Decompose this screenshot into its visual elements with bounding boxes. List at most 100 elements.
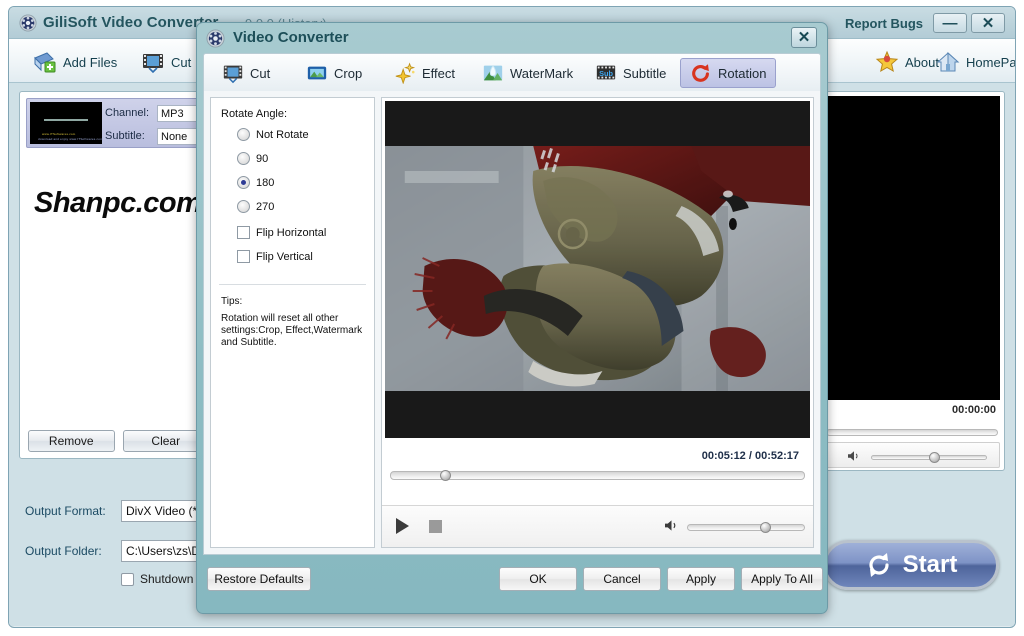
checkbox-flip-vertical[interactable]: Flip Vertical <box>237 250 313 263</box>
toolbar-about[interactable]: About <box>875 48 939 76</box>
stop-icon[interactable] <box>429 520 442 533</box>
play-icon[interactable] <box>396 518 409 534</box>
close-button[interactable]: ✕ <box>971 13 1005 33</box>
tab-crop-label: Crop <box>334 65 363 81</box>
effect-stars-icon <box>395 62 416 84</box>
toolbar-add-files[interactable]: Add Files <box>33 48 117 76</box>
player-seek-track <box>390 471 805 480</box>
radio-180-label: 180 <box>256 176 275 189</box>
toolbar-homepage[interactable]: HomePage <box>936 48 1015 76</box>
thumbnail-bar <box>44 119 88 121</box>
toolbar-cut[interactable]: Cut <box>141 48 191 76</box>
radio-270-label: 270 <box>256 200 275 213</box>
player-volume-track <box>687 524 805 531</box>
refresh-circle-icon <box>869 553 889 577</box>
file-list-item[interactable]: www.ITSoftwares.com download and enjoy w… <box>26 98 211 148</box>
player-seek-thumb[interactable] <box>439 470 451 481</box>
tab-watermark[interactable]: WaterMark <box>472 58 583 88</box>
main-seek-track <box>826 429 998 436</box>
player-volume-thumb[interactable] <box>760 522 772 533</box>
site-watermark: Shanpc.com <box>34 187 202 219</box>
about-star-icon <box>875 50 899 73</box>
flip-horizontal-box[interactable] <box>237 226 250 239</box>
dialog-content: Rotate Angle: Not Rotate 90 180 270 Flip… <box>203 91 821 555</box>
tab-watermark-label: WaterMark <box>510 65 574 81</box>
tab-effect-label: Effect <box>422 65 456 81</box>
tips-title: Tips: <box>221 296 243 307</box>
file-list-buttons: Remove Clear <box>20 430 217 452</box>
screen: GiliSoft Video Converter 9.0.0 (History)… <box>0 0 1024 636</box>
dialog-tabbar: Cut Crop Effect WaterMark Sub Subtitle R… <box>203 53 821 91</box>
radio-180-indicator[interactable] <box>237 176 250 189</box>
app-gear-icon <box>19 14 37 32</box>
tab-effect[interactable]: Effect <box>384 58 465 88</box>
dialog-close-button[interactable]: ✕ <box>791 27 817 48</box>
video-converter-dialog: Video Converter ✕ Cut Crop Effect WaterM… <box>196 22 828 614</box>
main-preview-controls <box>824 442 1000 468</box>
app-gear-icon <box>206 29 225 48</box>
report-bugs-link[interactable]: Report Bugs <box>845 16 923 31</box>
radio-90-indicator[interactable] <box>237 152 250 165</box>
radio-90[interactable]: 90 <box>237 152 268 165</box>
main-volume-slider[interactable] <box>871 452 987 463</box>
toolbar-cut-label: Cut <box>171 54 192 70</box>
rotation-arrow-icon <box>692 64 709 82</box>
start-button[interactable]: Start <box>823 540 999 590</box>
file-list-panel: www.ITSoftwares.com download and enjoy w… <box>19 91 218 459</box>
main-volume-thumb[interactable] <box>929 452 940 463</box>
channel-row: Channel: MP3 <box>105 103 210 123</box>
flip-vertical-box[interactable] <box>237 250 250 263</box>
cut-film-icon <box>223 65 243 84</box>
ok-button[interactable]: OK <box>499 567 577 591</box>
video-frame <box>385 146 810 391</box>
file-metadata: Channel: MP3 Subtitle: None <box>105 99 210 147</box>
video-preview[interactable] <box>385 101 810 438</box>
svg-text:Sub: Sub <box>599 69 613 78</box>
player-time-display: 00:05:12 / 00:52:17 <box>701 450 799 462</box>
rotate-angle-label: Rotate Angle: <box>221 108 288 120</box>
radio-not-rotate[interactable]: Not Rotate <box>237 128 309 141</box>
rotation-options-panel: Rotate Angle: Not Rotate 90 180 270 Flip… <box>210 97 375 548</box>
shutdown-label: Shutdown a <box>140 572 204 586</box>
remove-button[interactable]: Remove <box>28 430 115 452</box>
dialog-title: Video Converter <box>233 29 349 46</box>
minimize-button[interactable]: — <box>933 13 967 33</box>
channel-label: Channel: <box>105 107 150 119</box>
tab-rotation-label: Rotation <box>718 65 767 81</box>
flip-horizontal-label: Flip Horizontal <box>256 226 327 239</box>
apply-to-all-button[interactable]: Apply To All <box>741 567 823 591</box>
shutdown-checkbox-row[interactable]: Shutdown a <box>121 572 203 586</box>
tab-crop[interactable]: Crop <box>296 58 372 88</box>
main-preview-panel: 00:00:00 <box>819 91 1005 471</box>
subtitle-label: Subtitle: <box>105 130 145 142</box>
file-thumbnail: www.ITSoftwares.com download and enjoy w… <box>30 102 103 144</box>
radio-not-rotate-indicator[interactable] <box>237 128 250 141</box>
player-control-bar <box>382 505 813 547</box>
radio-270[interactable]: 270 <box>237 200 274 213</box>
divider <box>219 284 366 285</box>
speaker-icon <box>665 520 676 531</box>
main-window-title: GiliSoft Video Converter <box>43 14 219 31</box>
flip-vertical-label: Flip Vertical <box>256 250 313 263</box>
radio-180[interactable]: 180 <box>237 176 274 189</box>
tab-subtitle-label: Subtitle <box>623 65 667 81</box>
dialog-titlebar: Video Converter ✕ <box>197 23 827 53</box>
home-icon <box>936 51 960 72</box>
shutdown-checkbox[interactable] <box>121 572 134 586</box>
restore-defaults-button[interactable]: Restore Defaults <box>207 567 311 591</box>
main-preview-video[interactable] <box>824 96 1000 400</box>
tab-cut[interactable]: Cut <box>212 58 280 88</box>
player-volume-slider[interactable] <box>687 522 805 534</box>
checkbox-flip-horizontal[interactable]: Flip Horizontal <box>237 226 326 239</box>
apply-button[interactable]: Apply <box>667 567 735 591</box>
player-seekbar[interactable] <box>390 470 805 482</box>
start-button-label: Start <box>902 551 958 578</box>
cancel-button[interactable]: Cancel <box>583 567 661 591</box>
tab-rotation[interactable]: Rotation <box>680 58 777 88</box>
main-preview-time: 00:00:00 <box>951 404 996 416</box>
preview-player-panel: 00:05:12 / 00:52:17 <box>381 97 814 548</box>
watermark-drop-icon <box>483 64 503 81</box>
main-preview-seekbar[interactable] <box>826 426 998 436</box>
tab-subtitle[interactable]: Sub Subtitle <box>585 58 676 88</box>
radio-270-indicator[interactable] <box>237 200 250 213</box>
